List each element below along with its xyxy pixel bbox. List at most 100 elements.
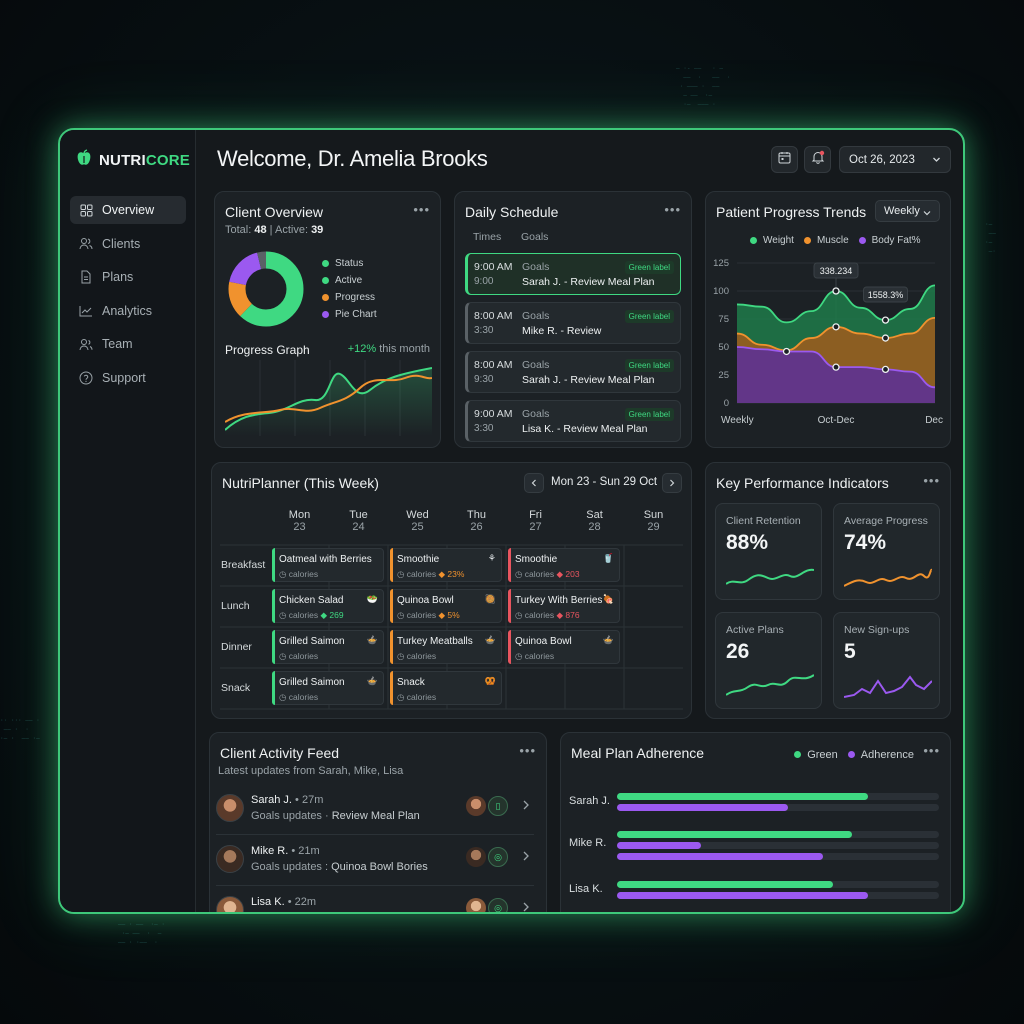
meal-entry[interactable]: Turkey Meatballs ◷ calories 🍲 (390, 630, 502, 664)
sidebar-item-label: Plans (102, 270, 134, 284)
data-point (832, 287, 840, 295)
legend-item: Muscle (803, 232, 849, 249)
background-code-decoration: ·— —— ·— —· (985, 221, 996, 255)
card-title: Patient Progress Trends (716, 204, 867, 220)
adherence-bar-green (617, 881, 939, 888)
sidebar-item-plans[interactable]: Plans (70, 263, 186, 291)
users-icon (79, 237, 93, 251)
meal-entry[interactable]: Smoothie ◷ calories ◆ 23% ⚘ (390, 548, 502, 582)
card-title: Meal Plan Adherence (571, 745, 705, 761)
period-select[interactable]: Weekly (875, 200, 940, 222)
legend-item: Weight (750, 232, 794, 249)
nutriplanner-card: NutriPlanner (This Week) Mon 23 - Sun 29… (211, 462, 692, 719)
kpi-card: Key Performance Indicators ••• Client Re… (705, 462, 951, 719)
activity-item[interactable]: Lisa K. • 22m Goals updates · Review Mea… (216, 890, 534, 912)
notifications-button[interactable] (804, 146, 831, 173)
food-icon: 🍲 (366, 635, 378, 645)
y-tick-label: 125 (713, 258, 729, 269)
meal-entry[interactable]: Quinoa Bowl ◷ calories 🍲 (508, 630, 620, 664)
chevron-down-icon (932, 155, 941, 167)
clock-icon: ◷ (279, 569, 287, 579)
meal-row-label: Lunch (221, 600, 250, 612)
food-icon: ⚘ (487, 553, 496, 563)
more-icon[interactable]: ••• (923, 743, 940, 758)
chevron-right-icon[interactable] (522, 848, 530, 866)
clock-icon: ◷ (279, 692, 287, 702)
apple-icon (74, 148, 94, 173)
more-icon[interactable]: ••• (519, 743, 536, 758)
schedule-item[interactable]: 9:00 AM 9:00 Goals Sarah J. - Review Meal … (465, 253, 681, 295)
sidebar: NUTRICORE Overview Clients Plans Analyti… (60, 130, 196, 912)
kpi-label: Average Progress (844, 515, 928, 527)
y-tick-label: 50 (718, 342, 729, 353)
schedule-item[interactable]: 8:00 AM 9:30 Goals Sarah J. - Review Meal … (465, 351, 681, 393)
meal-entry[interactable]: Chicken Salad ◷ calories ◆ 269 🥗 (272, 589, 384, 623)
page-title: Welcome, Dr. Amelia Brooks (217, 146, 488, 171)
clock-icon: ◷ (279, 610, 287, 620)
clock-icon: ◷ (515, 610, 523, 620)
annotation-label: 1558.3% (868, 290, 904, 300)
help-icon (79, 371, 93, 385)
kpi-client-retention[interactable]: Client Retention 88% (715, 503, 822, 600)
food-icon: 🍲 (484, 635, 496, 645)
meal-row-label: Snack (221, 682, 251, 694)
kpi-average-progress[interactable]: Average Progress 74% (833, 503, 940, 600)
clock-icon: ◷ (397, 610, 405, 620)
more-icon[interactable]: ••• (413, 202, 430, 217)
adherence-bar-purple (617, 804, 939, 811)
clock-icon: ◷ (515, 569, 523, 579)
activity-item[interactable]: Mike R. • 21m Goals updates : Quinoa Bow… (216, 839, 534, 889)
food-icon: 🥨 (484, 676, 496, 686)
data-point (881, 365, 890, 374)
legend-item: Progress (322, 289, 377, 306)
kpi-sparkline (844, 675, 932, 698)
schedule-item[interactable]: 9:00 AM 3:30 Goals Lisa K. - Review Meal P… (465, 400, 681, 442)
adherence-bar-purple (617, 842, 939, 849)
sidebar-item-label: Analytics (102, 303, 153, 318)
meal-entry[interactable]: Grilled Saimon ◷ calories 🍲 (272, 630, 384, 664)
sidebar-item-overview[interactable]: Overview (70, 196, 186, 224)
food-icon: 🍲 (366, 676, 378, 686)
kpi-new-signups[interactable]: New Sign-ups 5 (833, 612, 940, 709)
calendar-button[interactable] (771, 146, 798, 173)
meal-entry[interactable]: Smoothie ◷ calories ◆ 203 🥤 (508, 548, 620, 582)
client-activity-feed-card: Client Activity Feed ••• Latest updates … (209, 732, 547, 912)
more-icon[interactable]: ••• (923, 473, 940, 488)
sidebar-item-label: Overview (102, 203, 155, 217)
sidebar-item-support[interactable]: Support (70, 364, 186, 392)
status-donut-chart (228, 251, 304, 327)
schedule-item[interactable]: 8:00 AM 3:30 Goals Mike R. - Review Green … (465, 302, 681, 344)
food-icon: 🍖 (602, 594, 614, 604)
clock-icon: ◷ (279, 651, 287, 661)
status-badge: Green label (624, 359, 674, 372)
sidebar-item-team[interactable]: Team (70, 330, 186, 358)
date-selector[interactable]: Oct 26, 2023 (839, 146, 951, 173)
legend-item: Status (322, 255, 377, 272)
meal-entry[interactable]: Quinoa Bowl ◷ calories ◆ 5% 🥘 (390, 589, 502, 623)
meal-entry[interactable]: Snack ◷ calories 🥨 (390, 671, 502, 705)
kpi-sparkline (726, 568, 814, 585)
avatar (466, 847, 486, 867)
progress-graph-title: Progress Graph (225, 343, 310, 357)
kpi-active-plans[interactable]: Active Plans 26 (715, 612, 822, 709)
kpi-label: New Sign-ups (844, 624, 910, 636)
sidebar-item-clients[interactable]: Clients (70, 230, 186, 258)
chevron-right-icon[interactable] (522, 899, 530, 912)
x-tick-label: Weekly (721, 415, 754, 426)
legend-item: Active (322, 272, 377, 289)
chevron-right-icon[interactable] (522, 797, 530, 815)
adherence-legend: Green Adherence (794, 746, 914, 763)
activity-item[interactable]: Sarah J. • 27m Goals updates · Review Me… (216, 788, 534, 838)
meal-entry[interactable]: Grilled Saimon ◷ calories 🍲 (272, 671, 384, 705)
bell-icon (811, 150, 825, 169)
data-point (881, 334, 890, 342)
meal-entry[interactable]: Oatmeal with Berries ◷ calories (272, 548, 384, 582)
food-icon: 🥤 (602, 553, 614, 563)
brand-logo[interactable]: NUTRICORE (74, 148, 190, 173)
y-tick-label: 25 (718, 370, 729, 381)
meal-entry[interactable]: Turkey With Berries ◷ calories ◆ 876 🍖 (508, 589, 620, 623)
active-count: 39 (311, 224, 324, 236)
meal-plan-adherence-card: Meal Plan Adherence ••• Green Adherence … (560, 732, 951, 912)
more-icon[interactable]: ••• (664, 202, 681, 217)
sidebar-item-analytics[interactable]: Analytics (70, 297, 186, 325)
